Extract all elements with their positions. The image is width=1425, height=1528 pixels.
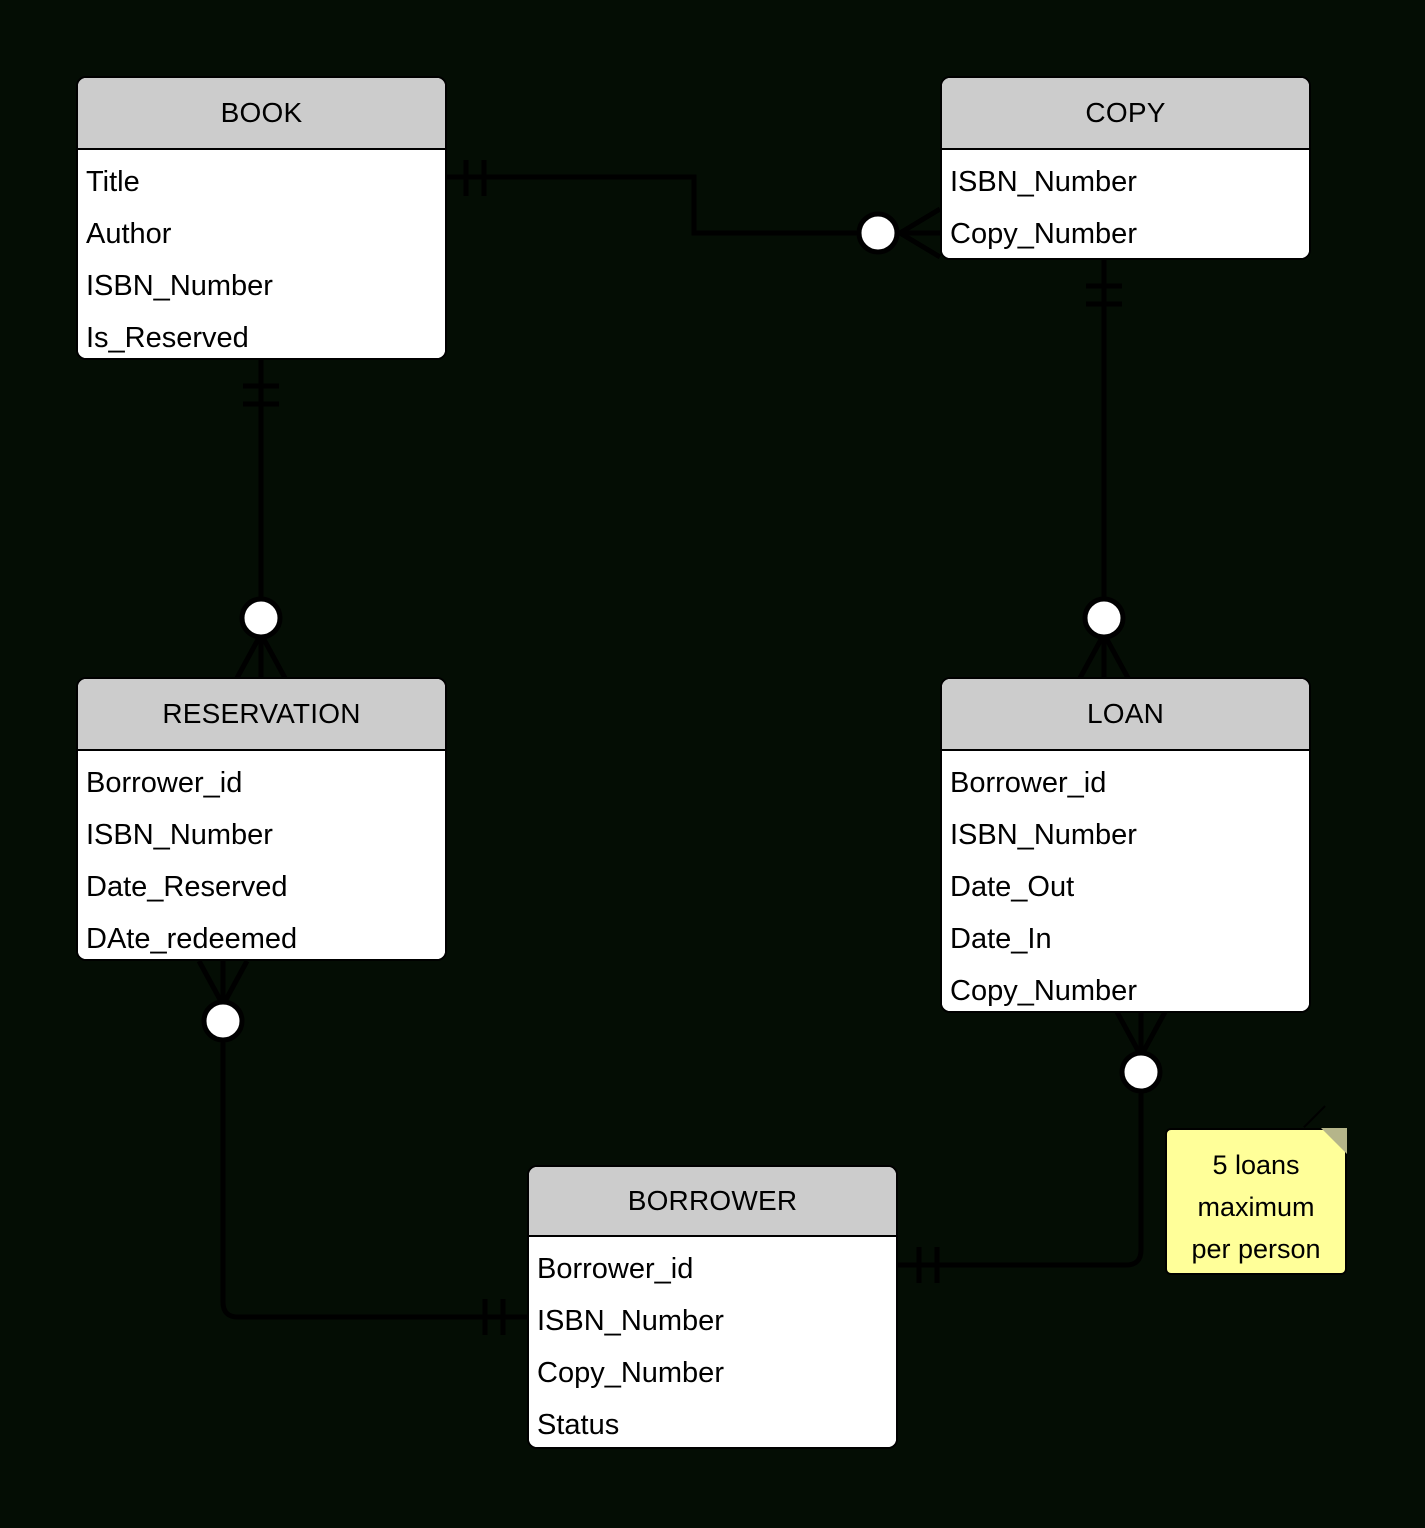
entity-borrower-title: BORROWER [529, 1167, 896, 1237]
attribute-row: ISBN_Number [537, 1305, 724, 1337]
entity-book-attributes: Title Author ISBN_Number Is_Reserved [78, 150, 445, 358]
attribute-row: Borrower_id [950, 767, 1107, 799]
crowfoot-res-bor-l [196, 959, 226, 1007]
attribute-row: Copy_Number [950, 218, 1137, 250]
attribute-row: Copy_Number [950, 975, 1137, 1007]
entity-loan-attributes: Borrower_id ISBN_Number Date_Out Date_In… [942, 751, 1309, 1011]
attribute-row: Title [86, 166, 140, 198]
entity-borrower-attributes: Borrower_id ISBN_Number Copy_Number Stat… [529, 1237, 896, 1447]
note-line: maximum [1197, 1192, 1315, 1222]
attribute-row: Borrower_id [86, 767, 243, 799]
attribute-row: ISBN_Number [950, 819, 1137, 851]
crowfoot-book-res-l [234, 632, 264, 680]
connector-reservation-borrower [220, 1037, 527, 1320]
er-diagram-canvas: BOOK Title Author ISBN_Number Is_Reserve… [0, 0, 1425, 1528]
optional-marker-copy-loan [1082, 596, 1126, 640]
entity-book[interactable]: BOOK Title Author ISBN_Number Is_Reserve… [76, 76, 447, 360]
entity-borrower-title-text: BORROWER [627, 1185, 798, 1216]
attribute-row: Date_Out [950, 871, 1075, 903]
attribute-row: DAte_redeemed [86, 923, 298, 955]
optional-marker-book-copy [856, 211, 900, 255]
crowfoot-loan-bor-l [1114, 1010, 1144, 1058]
attribute-row: ISBN_Number [86, 819, 273, 851]
attribute-row: Borrower_id [537, 1253, 694, 1285]
entity-copy-title-text: COPY [1085, 97, 1166, 128]
crowfoot-loan-bor-r [1138, 1010, 1168, 1058]
attribute-row: Status [537, 1409, 620, 1441]
crowfoot-res-bor-r [220, 959, 250, 1007]
entity-book-title: BOOK [78, 78, 445, 150]
note-loan-limit[interactable]: 5 loans maximum per person [1165, 1105, 1347, 1275]
crowfoot-copy-loan-r [1101, 632, 1131, 680]
entity-loan-title-text: LOAN [1086, 698, 1165, 729]
optional-marker-book-reservation [239, 596, 283, 640]
entity-reservation-title: RESERVATION [78, 679, 445, 751]
entity-copy-attributes: ISBN_Number Copy_Number [942, 150, 1309, 258]
note-line: per person [1191, 1234, 1321, 1264]
entity-book-title-text: BOOK [220, 97, 303, 128]
entity-reservation-title-text: RESERVATION [162, 698, 361, 729]
crowfoot-book-copy-bot [898, 230, 942, 260]
attribute-row: Copy_Number [537, 1357, 724, 1389]
entity-borrower[interactable]: BORROWER Borrower_id ISBN_Number Copy_Nu… [527, 1165, 898, 1449]
crowfoot-book-res-r [258, 632, 288, 680]
attribute-row: Is_Reserved [86, 322, 249, 354]
connector-book-copy [447, 174, 862, 236]
optional-marker-loan-borrower [1119, 1050, 1163, 1094]
attribute-row: Date_Reserved [86, 871, 288, 903]
attribute-row: ISBN_Number [950, 166, 1137, 198]
attribute-row: ISBN_Number [86, 270, 273, 302]
entity-reservation-attributes: Borrower_id ISBN_Number Date_Reserved DA… [78, 751, 445, 959]
entity-copy[interactable]: COPY ISBN_Number Copy_Number [940, 76, 1311, 260]
crowfoot-book-copy-top [898, 206, 942, 236]
optional-marker-reservation-borrower [201, 999, 245, 1043]
entity-reservation[interactable]: RESERVATION Borrower_id ISBN_Number Date… [76, 677, 447, 961]
note-line: 5 loans [1212, 1150, 1300, 1180]
entity-copy-title: COPY [942, 78, 1309, 150]
crowfoot-copy-loan-l [1077, 632, 1107, 680]
entity-loan-title: LOAN [942, 679, 1309, 751]
attribute-row: Author [86, 218, 172, 250]
entity-loan[interactable]: LOAN Borrower_id ISBN_Number Date_Out Da… [940, 677, 1311, 1013]
connector-loan-borrower [897, 1089, 1144, 1268]
attribute-row: Date_In [950, 923, 1052, 955]
